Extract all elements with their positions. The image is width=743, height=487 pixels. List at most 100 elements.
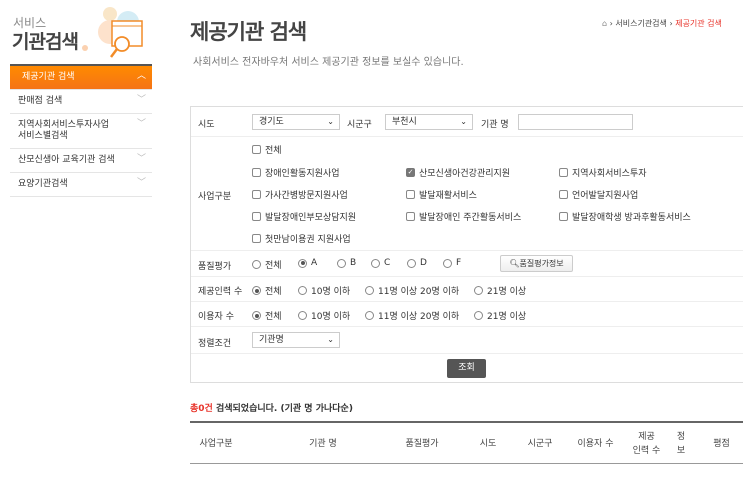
radio[interactable] bbox=[298, 286, 307, 295]
biz-all-checkbox[interactable]: 전체 bbox=[252, 143, 282, 156]
radio[interactable] bbox=[252, 286, 261, 295]
sido-select[interactable]: 경기도 ⌄ bbox=[252, 114, 340, 130]
radio[interactable] bbox=[337, 258, 346, 268]
home-icon[interactable]: ⌂ bbox=[602, 19, 607, 28]
staff-radio[interactable]: 전체 bbox=[252, 284, 282, 297]
page-title: 제공기관 검색 bbox=[190, 20, 307, 44]
biz-option-checkbox[interactable]: 발달장애학생 방과후활동서비스 bbox=[559, 210, 691, 223]
breadcrumb-item[interactable]: 서비스기관검색 bbox=[615, 19, 667, 28]
quality-radio[interactable]: D bbox=[407, 258, 427, 268]
option-label: B bbox=[350, 258, 357, 268]
biz-option-checkbox[interactable]: 가사간병방문지원사업 bbox=[252, 188, 348, 201]
users-radio[interactable]: 21명 이상 bbox=[474, 309, 526, 322]
users-radio[interactable]: 전체 bbox=[252, 309, 282, 322]
column-header[interactable]: 시군구 bbox=[517, 423, 563, 464]
sidebar-item-provider-search[interactable]: 제공기관 검색 ︿ bbox=[10, 66, 152, 90]
sidebar-item-maternity-edu[interactable]: 산모신생아 교육기관 검색 ﹀ bbox=[10, 149, 152, 173]
breadcrumb-current: 제공기관 검색 bbox=[675, 19, 722, 28]
option-label: 발달장애인 주간활동서비스 bbox=[419, 213, 522, 223]
sort-select[interactable]: 기관명 ⌄ bbox=[252, 332, 340, 348]
checkbox[interactable] bbox=[252, 212, 261, 221]
biz-option-checkbox[interactable]: 발달장애인 주간활동서비스 bbox=[406, 210, 521, 223]
radio[interactable] bbox=[474, 286, 483, 295]
quality-info-label: 품질평가정보 bbox=[519, 259, 564, 268]
option-label: 10명 이하 bbox=[311, 312, 351, 322]
biz-option-checkbox[interactable]: 언어발달지원사업 bbox=[559, 188, 638, 201]
checkbox[interactable] bbox=[252, 168, 261, 177]
radio[interactable] bbox=[298, 258, 307, 268]
radio[interactable] bbox=[298, 311, 307, 320]
radio[interactable] bbox=[365, 286, 374, 295]
sigungu-select[interactable]: 부천시 ⌄ bbox=[385, 114, 473, 130]
search-button[interactable]: 조회 bbox=[447, 359, 486, 378]
search-illustration-icon bbox=[82, 7, 143, 58]
chevron-down-icon: ⌄ bbox=[327, 117, 334, 126]
option-label: 전체 bbox=[265, 287, 282, 297]
users-radio[interactable]: 10명 이하 bbox=[298, 309, 350, 322]
radio[interactable] bbox=[371, 258, 380, 268]
checkbox[interactable] bbox=[559, 168, 568, 177]
quality-radio[interactable]: B bbox=[337, 258, 356, 268]
column-header[interactable]: 기관 명 bbox=[280, 423, 366, 464]
radio[interactable] bbox=[474, 311, 483, 320]
column-header[interactable]: 시도 bbox=[470, 423, 506, 464]
checkbox[interactable] bbox=[252, 190, 261, 199]
radio[interactable] bbox=[443, 258, 452, 268]
staff-radio[interactable]: 11명 이상 20명 이하 bbox=[365, 284, 459, 297]
option-label: 전체 bbox=[265, 146, 282, 156]
quality-radio[interactable]: A bbox=[298, 258, 317, 268]
option-label: 11명 이상 20명 이하 bbox=[378, 312, 460, 322]
checkbox[interactable] bbox=[406, 190, 415, 199]
option-label: 첫만남이용권 지원사업 bbox=[265, 235, 351, 245]
option-label: 발달재활서비스 bbox=[419, 191, 477, 201]
radio[interactable] bbox=[252, 311, 261, 320]
sidebar-item-community-service[interactable]: 지역사회서비스투자사업 서비스별검색 ﹀ bbox=[10, 114, 152, 149]
radio[interactable] bbox=[252, 260, 261, 269]
sidebar-item-store-search[interactable]: 판매점 검색 ﹀ bbox=[10, 90, 152, 114]
quality-radio[interactable]: 전체 bbox=[252, 258, 282, 271]
column-header[interactable]: 품질평가 bbox=[385, 423, 459, 464]
option-label: 산모신생아건강관리지원 bbox=[419, 169, 511, 179]
option-label: 21명 이상 bbox=[487, 287, 527, 297]
column-header[interactable]: 사업구분 bbox=[190, 423, 242, 464]
option-label: F bbox=[456, 258, 462, 268]
column-header[interactable]: 평점 bbox=[698, 423, 743, 464]
option-label: 장애인활동지원사업 bbox=[265, 169, 340, 179]
name-label: 기관 명 bbox=[481, 120, 509, 130]
column-header[interactable]: 정 보 bbox=[672, 423, 690, 464]
biz-label: 사업구분 bbox=[198, 192, 232, 202]
search-form: 시도 경기도 ⌄ 시군구 부천시 ⌄ 기관 명 사업구분 전체 장애인활동지원사업 ✓ 산… bbox=[190, 106, 743, 383]
biz-option-checkbox[interactable]: ✓ 산모신생아건강관리지원 bbox=[406, 166, 510, 179]
users-radio[interactable]: 11명 이상 20명 이하 bbox=[365, 309, 459, 322]
biz-option-checkbox[interactable]: 발달장애인부모상담지원 bbox=[252, 210, 356, 223]
result-text: 검색되었습니다. (기관 명 가나다순) bbox=[212, 404, 353, 414]
radio[interactable] bbox=[407, 258, 416, 268]
sidebar-item-care-search[interactable]: 요양기관검색 ﹀ bbox=[10, 173, 152, 197]
checkbox[interactable] bbox=[252, 234, 261, 243]
column-header[interactable]: 이용자 수 bbox=[568, 423, 623, 464]
staff-radio[interactable]: 10명 이하 bbox=[298, 284, 350, 297]
results-table-header: 사업구분 기관 명 품질평가 시도 시군구 이용자 수 제공 인력 수 정 보 평점 bbox=[190, 421, 743, 464]
sort-label: 정렬조건 bbox=[198, 339, 232, 349]
checkbox[interactable] bbox=[559, 212, 568, 221]
biz-option-checkbox[interactable]: 발달재활서비스 bbox=[406, 188, 477, 201]
checkbox[interactable] bbox=[559, 190, 568, 199]
quality-info-button[interactable]: 🔍︎품질평가정보 bbox=[500, 255, 573, 272]
chevron-down-icon: ﹀ bbox=[136, 154, 146, 164]
column-header[interactable]: 제공 인력 수 bbox=[628, 423, 665, 464]
checkbox[interactable]: ✓ bbox=[406, 168, 415, 177]
radio[interactable] bbox=[365, 311, 374, 320]
quality-radio[interactable]: C bbox=[371, 258, 390, 268]
biz-option-checkbox[interactable]: 첫만남이용권 지원사업 bbox=[252, 232, 351, 245]
sort-value: 기관명 bbox=[259, 335, 284, 345]
chevron-down-icon: ﹀ bbox=[136, 95, 146, 105]
chevron-down-icon: ⌄ bbox=[327, 335, 334, 344]
option-label: D bbox=[420, 258, 427, 268]
checkbox[interactable] bbox=[406, 212, 415, 221]
biz-option-checkbox[interactable]: 장애인활동지원사업 bbox=[252, 166, 340, 179]
staff-radio[interactable]: 21명 이상 bbox=[474, 284, 526, 297]
checkbox[interactable] bbox=[252, 145, 261, 154]
quality-radio[interactable]: F bbox=[443, 258, 461, 268]
biz-option-checkbox[interactable]: 지역사회서비스투자 bbox=[559, 166, 647, 179]
name-input[interactable] bbox=[518, 114, 633, 130]
